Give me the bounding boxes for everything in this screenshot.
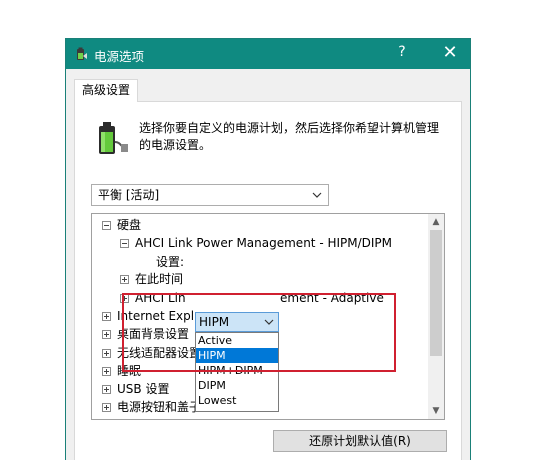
tree-item-sleep[interactable]: 睡眠 [102, 362, 141, 380]
scroll-thumb[interactable] [430, 230, 442, 356]
expand-icon[interactable] [120, 275, 129, 284]
expand-icon[interactable] [102, 312, 111, 321]
help-button[interactable]: ? [384, 44, 420, 64]
tree-item-label: Internet Expl [117, 309, 195, 323]
dropdown-option-dipm[interactable]: DIPM [196, 378, 278, 393]
tree-item-label: USB 设置 [117, 382, 170, 396]
expand-icon[interactable] [102, 349, 111, 358]
expand-icon[interactable] [102, 403, 111, 412]
collapse-icon[interactable] [102, 221, 111, 230]
expand-icon[interactable] [102, 367, 111, 376]
tab-advanced-settings[interactable]: 高级设置 [74, 79, 138, 102]
power-options-window: 电源选项 ? ✕ 高级设置 选择你要自定义的电源计划，然后选择你希望计算机管理的… [65, 38, 471, 460]
tree-item-desktop-background[interactable]: 桌面背景设置 [102, 325, 189, 343]
tree-item-label-continued: ement - Adaptive [280, 291, 384, 305]
tree-item-label: 桌面背景设置 [117, 327, 190, 341]
collapse-icon[interactable] [120, 239, 129, 248]
tree-item-label: 无线适配器设置 [117, 346, 202, 360]
tree-item-label: 在此时间 [135, 272, 184, 286]
close-button[interactable]: ✕ [430, 42, 470, 66]
tree-item-ahci-adaptive[interactable]: AHCI Lin [120, 289, 186, 307]
tree-item-label: AHCI Lin [135, 291, 186, 305]
power-plan-select[interactable]: 平衡 [活动] [91, 184, 329, 206]
tree-item-label: 睡眠 [117, 364, 142, 378]
restore-defaults-button[interactable]: 还原计划默认值(R) [273, 430, 447, 452]
vertical-scrollbar[interactable]: ▲ ▼ [428, 214, 444, 419]
chevron-down-icon [312, 192, 322, 198]
tree-item-usb-settings[interactable]: USB 设置 [102, 380, 169, 398]
expand-icon[interactable] [120, 294, 129, 303]
tree-item-internet-explorer[interactable]: Internet Expl [102, 307, 194, 325]
dropdown-option-hipm[interactable]: HIPM [196, 348, 278, 363]
dropdown-option-active[interactable]: Active [196, 333, 278, 348]
window-title: 电源选项 [94, 49, 145, 64]
battery-icon [99, 122, 128, 154]
tree-item-label: AHCI Link Power Management - HIPM/DIPM [135, 236, 393, 250]
tree-item-hard-disk[interactable]: 硬盘 [102, 216, 141, 234]
scroll-up-arrow-icon[interactable]: ▲ [428, 214, 444, 230]
setting-dropdown-list[interactable]: Active HIPM HIPM+DIPM DIPM Lowest [195, 332, 279, 412]
power-plan-value: 平衡 [活动] [98, 188, 160, 202]
tree-item-label: 硬盘 [117, 218, 142, 232]
expand-icon[interactable] [102, 385, 111, 394]
scroll-down-arrow-icon[interactable]: ▼ [428, 403, 444, 419]
dropdown-option-lowest[interactable]: Lowest [196, 393, 278, 408]
chevron-down-icon [264, 319, 274, 325]
advanced-settings-panel: 选择你要自定义的电源计划，然后选择你希望计算机管理的电源设置。 平衡 [活动] … [74, 101, 462, 460]
title-bar[interactable]: 电源选项 ? ✕ [66, 39, 470, 69]
setting-label: 设置: [156, 255, 185, 269]
power-options-icon [77, 47, 87, 60]
expand-icon[interactable] [102, 330, 111, 339]
setting-value-select[interactable]: HIPM [195, 312, 279, 332]
description-text: 选择你要自定义的电源计划，然后选择你希望计算机管理的电源设置。 [139, 121, 440, 152]
dropdown-option-hipm-dipm[interactable]: HIPM+DIPM [196, 363, 278, 378]
tree-item-label: 电源按钮和盖子 [117, 400, 202, 414]
tree-item-ahci-hipm-dipm[interactable]: AHCI Link Power Management - HIPM/DIPM [120, 234, 392, 252]
setting-value: HIPM [199, 315, 230, 329]
tree-item-idle-after[interactable]: 在此时间 [120, 270, 183, 288]
tree-item-wireless-adapter[interactable]: 无线适配器设置 [102, 344, 201, 362]
tree-item-power-buttons[interactable]: 电源按钮和盖子 [102, 398, 201, 416]
